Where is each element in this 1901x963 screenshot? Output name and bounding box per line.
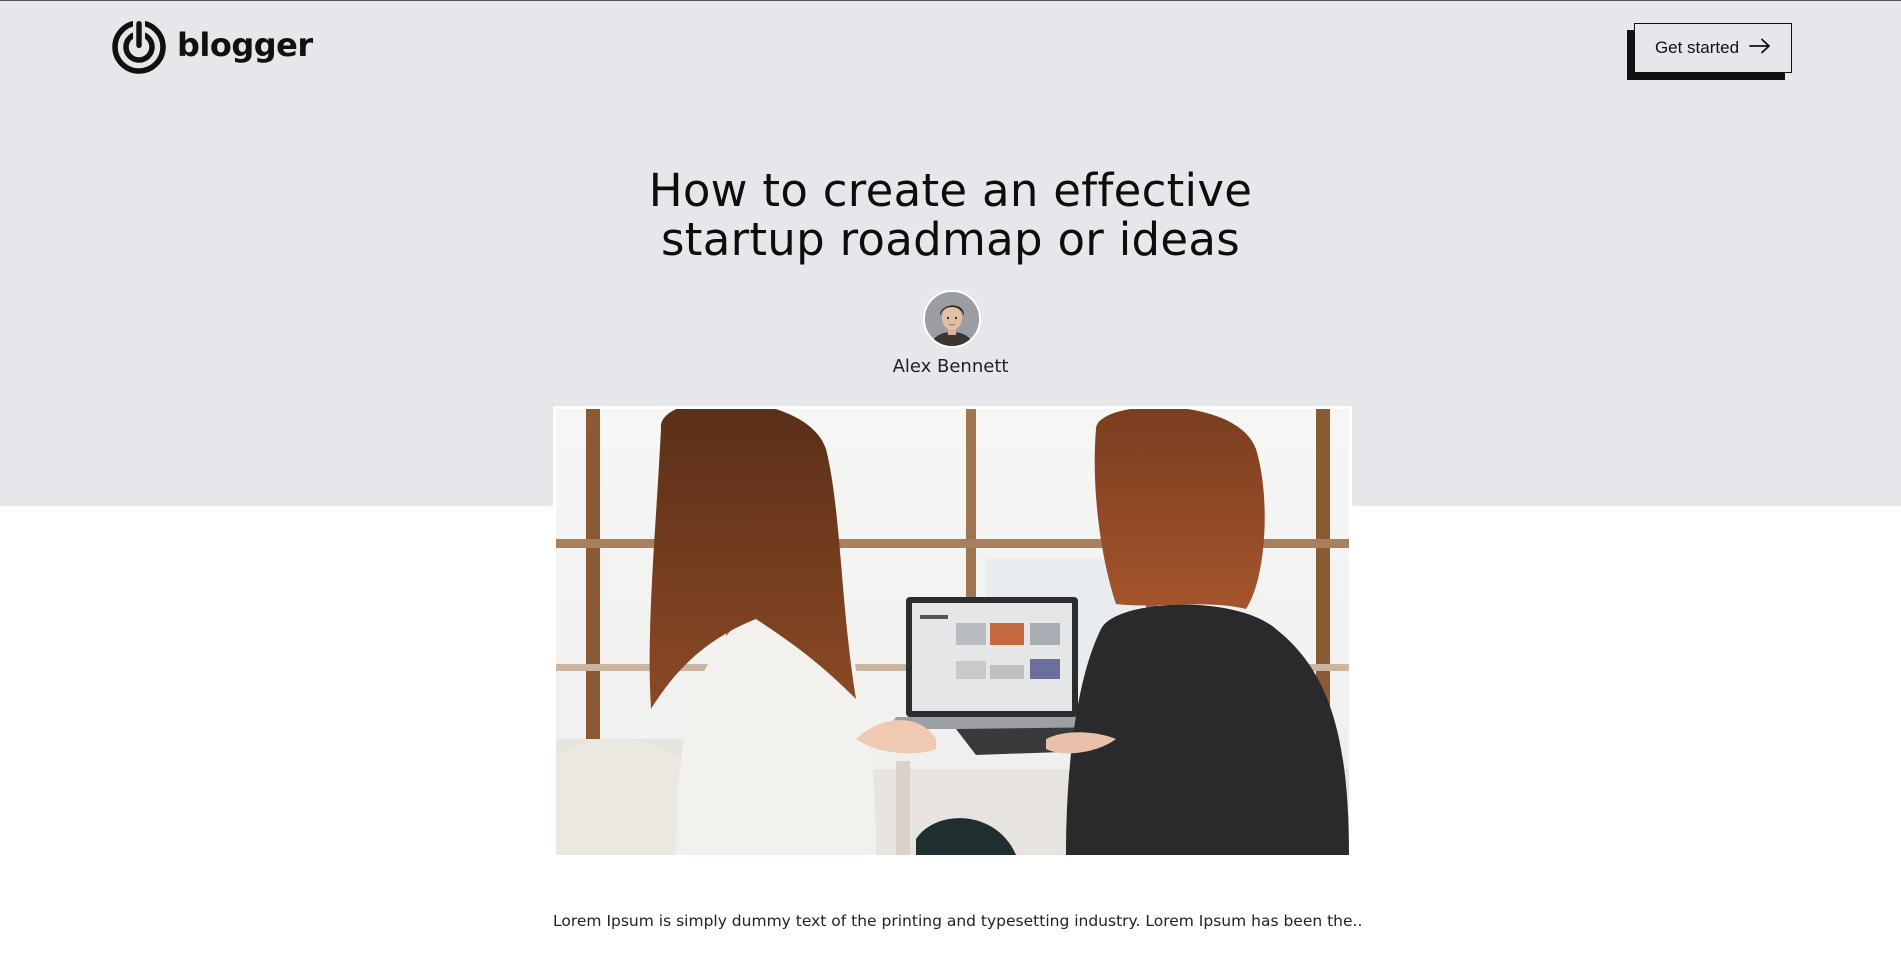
- get-started-button[interactable]: Get started: [1634, 23, 1792, 73]
- article-title-line-1: How to create an effective: [648, 164, 1253, 217]
- avatar[interactable]: [923, 290, 981, 348]
- article-title: How to create an effective startup roadm…: [0, 166, 1901, 264]
- get-started-wrapper: Get started: [1627, 23, 1792, 80]
- brand-logo[interactable]: blogger: [111, 19, 313, 75]
- brand-name: blogger: [177, 26, 313, 64]
- featured-image: [553, 406, 1352, 858]
- arrow-right-icon: [1749, 38, 1771, 59]
- get-started-label: Get started: [1654, 38, 1740, 57]
- power-ring-icon: [111, 19, 167, 75]
- article-title-line-2: startup roadmap or ideas: [661, 213, 1240, 266]
- article-excerpt: Lorem Ipsum is simply dummy text of the …: [553, 911, 1363, 930]
- author-name[interactable]: Alex Bennett: [0, 356, 1901, 377]
